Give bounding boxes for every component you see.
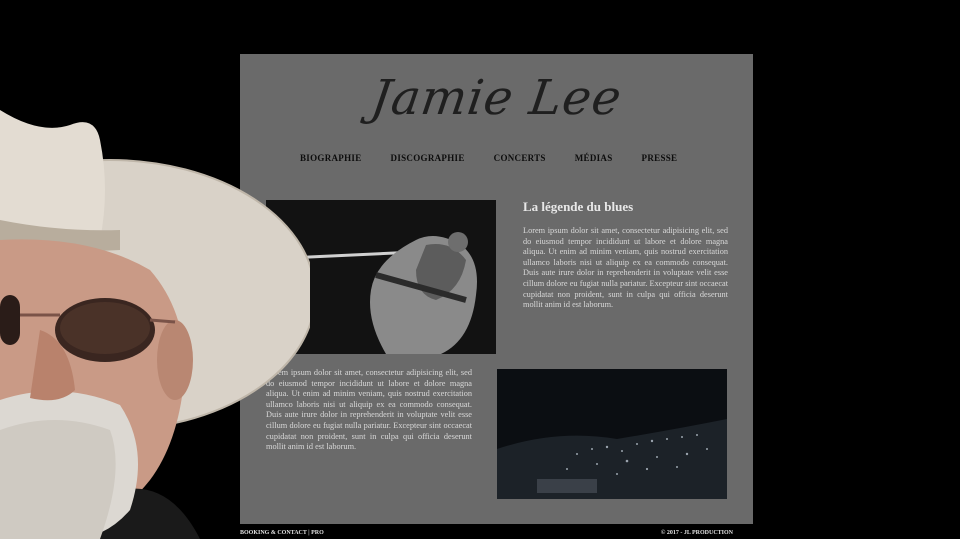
footer-copyright: © 2017 - JL PRODUCTION [660, 530, 733, 536]
footer-pro-link[interactable]: PRO [311, 530, 324, 536]
concert-crowd-photo [497, 369, 727, 499]
guitarist-photo [266, 200, 496, 354]
footer-left: BOOKING & CONTACT | PRO [240, 530, 324, 536]
nav-item-discographie[interactable]: DISCOGRAPHIE [391, 153, 465, 163]
section-heading: La légende du blues [523, 199, 634, 214]
main-nav: BIOGRAPHIE DISCOGRAPHIE CONCERTS MÉDIAS … [300, 153, 706, 163]
footer-separator: | [308, 530, 310, 536]
nav-item-biographie[interactable]: BIOGRAPHIE [300, 153, 362, 163]
footer-booking-link[interactable]: BOOKING & CONTACT [240, 530, 307, 536]
nav-item-medias[interactable]: MÉDIAS [575, 153, 613, 163]
site-logo[interactable]: Jamie Lee [236, 70, 757, 126]
paragraph-2: Lorem ipsum dolor sit amet, consectetur … [266, 368, 472, 452]
nav-item-presse[interactable]: PRESSE [642, 153, 678, 163]
paragraph-1: Lorem ipsum dolor sit amet, consectetur … [523, 226, 728, 310]
main-panel: Jamie Lee BIOGRAPHIE DISCOGRAPHIE CONCER… [240, 54, 753, 524]
nav-item-concerts[interactable]: CONCERTS [494, 153, 546, 163]
